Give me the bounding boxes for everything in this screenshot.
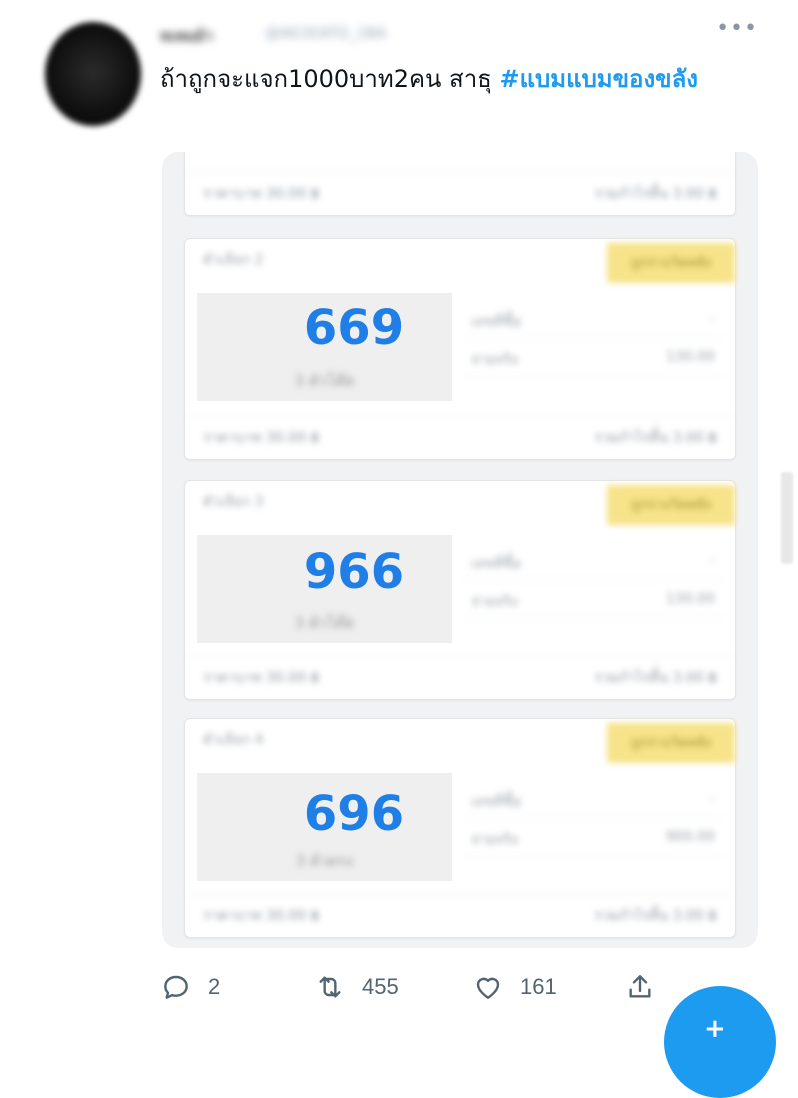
badge-label: ถูกรางวัลหลัง <box>630 497 712 513</box>
info-value: 130.00 <box>666 591 715 607</box>
info-row: เลขที่ซื้อ - <box>465 545 723 580</box>
info-row: จ่ายจริง 130.00 <box>465 341 723 376</box>
retweet-icon <box>319 976 341 998</box>
badge-label: ถูกรางวัลหลัง <box>630 735 712 751</box>
hashtag-link[interactable]: #แบมแบมของขลัง <box>499 65 698 93</box>
info-key: จ่ายจริง <box>471 594 518 610</box>
like-icon <box>476 977 500 999</box>
author-handle[interactable]: @AE2EATO_1BA <box>265 24 386 42</box>
info-value: - <box>709 791 715 807</box>
result-card-top: ราคาบาท 30.00 ฿ รวมกำไรสิ้น 3.00 ฿ <box>184 152 736 216</box>
info-value: 130.00 <box>666 349 715 365</box>
reply-icon <box>164 975 188 999</box>
avatar[interactable] <box>45 22 141 126</box>
reply-count: 2 <box>208 974 221 999</box>
card-footer: ราคาบาท 30.00 ฿ รวมกำไรสิ้น 3.00 ฿ <box>185 416 735 459</box>
lottery-number: 966 <box>303 544 405 600</box>
info-key: จ่ายจริง <box>471 352 518 368</box>
set-label: ตัวเลือก 4 <box>203 732 264 748</box>
info-value: 900.00 <box>666 829 715 845</box>
retweet-button[interactable]: 455 <box>314 970 399 1004</box>
footer-right: รวมกำไรสิ้น 3.00 ฿ <box>594 908 717 924</box>
tweet-media-image[interactable]: ราคาบาท 30.00 ฿ รวมกำไรสิ้น 3.00 ฿ ตัวเล… <box>162 152 758 948</box>
footer-left: ราคาบาท 30.00 ฿ <box>203 670 320 686</box>
badge-label: ถูกรางวัลหลัง <box>630 255 712 271</box>
info-row: เลขที่ซื้อ - <box>465 783 723 818</box>
tweet-body: ถ้าถูกจะแจก1000บาท2คน สาธุ <box>160 65 500 93</box>
info-key: เลขที่ซื้อ <box>471 794 522 810</box>
card-footer: ราคาบาท 30.00 ฿ รวมกำไรสิ้น 3.00 ฿ <box>185 894 735 937</box>
info-key: เลขที่ซื้อ <box>471 556 522 572</box>
info-key: เลขที่ซื้อ <box>471 314 522 330</box>
footer-left: ราคาบาท 30.00 ฿ <box>203 186 320 202</box>
footer-left: ราคาบาท 30.00 ฿ <box>203 430 320 446</box>
info-key: จ่ายจริง <box>471 832 518 848</box>
share-icon <box>629 975 651 998</box>
status-badge: ถูกรางวัลหลัง <box>607 723 735 763</box>
bet-type: 3 ตัวตรง <box>295 852 354 870</box>
share-button[interactable] <box>624 970 656 1004</box>
status-badge: ถูกรางวัลหลัง <box>607 485 735 525</box>
info-value: - <box>709 553 715 569</box>
card-footer: ราคาบาท 30.00 ฿ รวมกำไรสิ้น 3.00 ฿ <box>185 656 735 699</box>
tweet-text: ถ้าถูกจะแจก1000บาท2คน สาธุ #แบมแบมของขลั… <box>160 62 760 96</box>
reply-button[interactable]: 2 <box>160 970 220 1004</box>
author-name[interactable]: ทเหมม้า <box>160 24 213 48</box>
footer-right: รวมกำไรสิ้น 3.00 ฿ <box>594 430 717 446</box>
footer-right: รวมกำไรสิ้น 3.00 ฿ <box>594 670 717 686</box>
like-button[interactable]: 161 <box>472 970 557 1004</box>
lottery-number: 669 <box>303 300 405 356</box>
status-badge: ถูกรางวัลหลัง <box>607 243 735 283</box>
footer-left: ราคาบาท 30.00 ฿ <box>203 908 320 924</box>
retweet-count: 455 <box>362 974 399 999</box>
set-label: ตัวเลือก 3 <box>203 494 264 510</box>
more-icon[interactable]: ••• <box>716 18 758 40</box>
bet-type: 3 ตัวโต๊ด <box>294 614 355 632</box>
tweet-header: ทเหมม้า @AE2EATO_1BA <box>160 18 480 52</box>
info-row: จ่ายจริง 130.00 <box>465 583 723 618</box>
card-footer: ราคาบาท 30.00 ฿ รวมกำไรสิ้น 3.00 ฿ <box>185 172 735 215</box>
info-row: เลขที่ซื้อ - <box>465 303 723 338</box>
tweet-actions: 2 455 161 <box>160 970 680 1004</box>
scroll-indicator <box>781 472 793 564</box>
bet-type: 3 ตัวโต๊ด <box>294 372 355 390</box>
info-row: จ่ายจริง 900.00 <box>465 821 723 856</box>
compose-icon: + <box>704 1014 726 1044</box>
set-label: ตัวเลือก 2 <box>203 252 264 268</box>
like-count: 161 <box>520 974 557 999</box>
lottery-number: 696 <box>303 786 405 842</box>
compose-button[interactable]: + <box>664 986 776 1098</box>
info-value: - <box>709 311 715 327</box>
footer-right: รวมกำไรสิ้น 3.00 ฿ <box>594 186 717 202</box>
